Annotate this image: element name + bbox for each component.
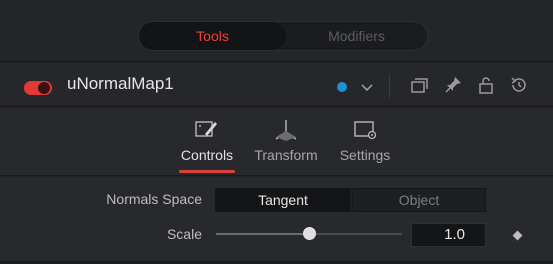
- lock-icon[interactable]: [475, 74, 497, 96]
- reset-icon[interactable]: [508, 74, 530, 96]
- pin-icon[interactable]: [442, 74, 464, 96]
- tools-tab[interactable]: Tools: [139, 22, 286, 50]
- normals-space-button-group: Tangent Object: [215, 188, 486, 212]
- tab-controls[interactable]: Controls: [175, 108, 239, 176]
- top-tab-strip: Tools Modifiers: [0, 0, 553, 62]
- chevron-down-icon[interactable]: [356, 77, 378, 99]
- tab-settings-label: Settings: [339, 147, 391, 163]
- header-divider: [389, 74, 390, 98]
- versions-icon[interactable]: [408, 74, 430, 96]
- controls-icon: [193, 118, 221, 142]
- tab-settings[interactable]: Settings: [334, 108, 396, 176]
- controls-panel: Normals Space Tangent Object Scale 1.0: [0, 177, 553, 264]
- scale-label: Scale: [166, 226, 202, 242]
- tools-modifiers-segmented-control: Tools Modifiers: [138, 21, 428, 51]
- tool-color-dot[interactable]: [337, 82, 347, 92]
- normals-space-label: Normals Space: [106, 191, 202, 207]
- object-button[interactable]: Object: [352, 189, 485, 211]
- tool-name: uNormalMap1: [67, 74, 174, 93]
- scale-value-field[interactable]: 1.0: [411, 223, 486, 247]
- control-tabs: Controls Transform Settings: [0, 108, 553, 176]
- toggle-knob: [38, 82, 50, 94]
- keyframe-diamond-icon[interactable]: [512, 230, 523, 241]
- scale-slider-thumb[interactable]: [302, 227, 316, 240]
- modifiers-tab[interactable]: Modifiers: [286, 22, 427, 50]
- scale-slider-fill: [216, 233, 309, 235]
- transform-icon: [272, 118, 300, 142]
- settings-icon: [351, 118, 379, 142]
- tab-transform[interactable]: Transform: [247, 108, 325, 176]
- tangent-button[interactable]: Tangent: [216, 189, 350, 211]
- tool-header: uNormalMap1: [0, 63, 553, 107]
- active-tab-indicator: [179, 170, 235, 173]
- tool-enable-toggle[interactable]: [24, 81, 52, 95]
- tab-controls-label: Controls: [180, 147, 234, 163]
- tab-transform-label: Transform: [254, 147, 318, 163]
